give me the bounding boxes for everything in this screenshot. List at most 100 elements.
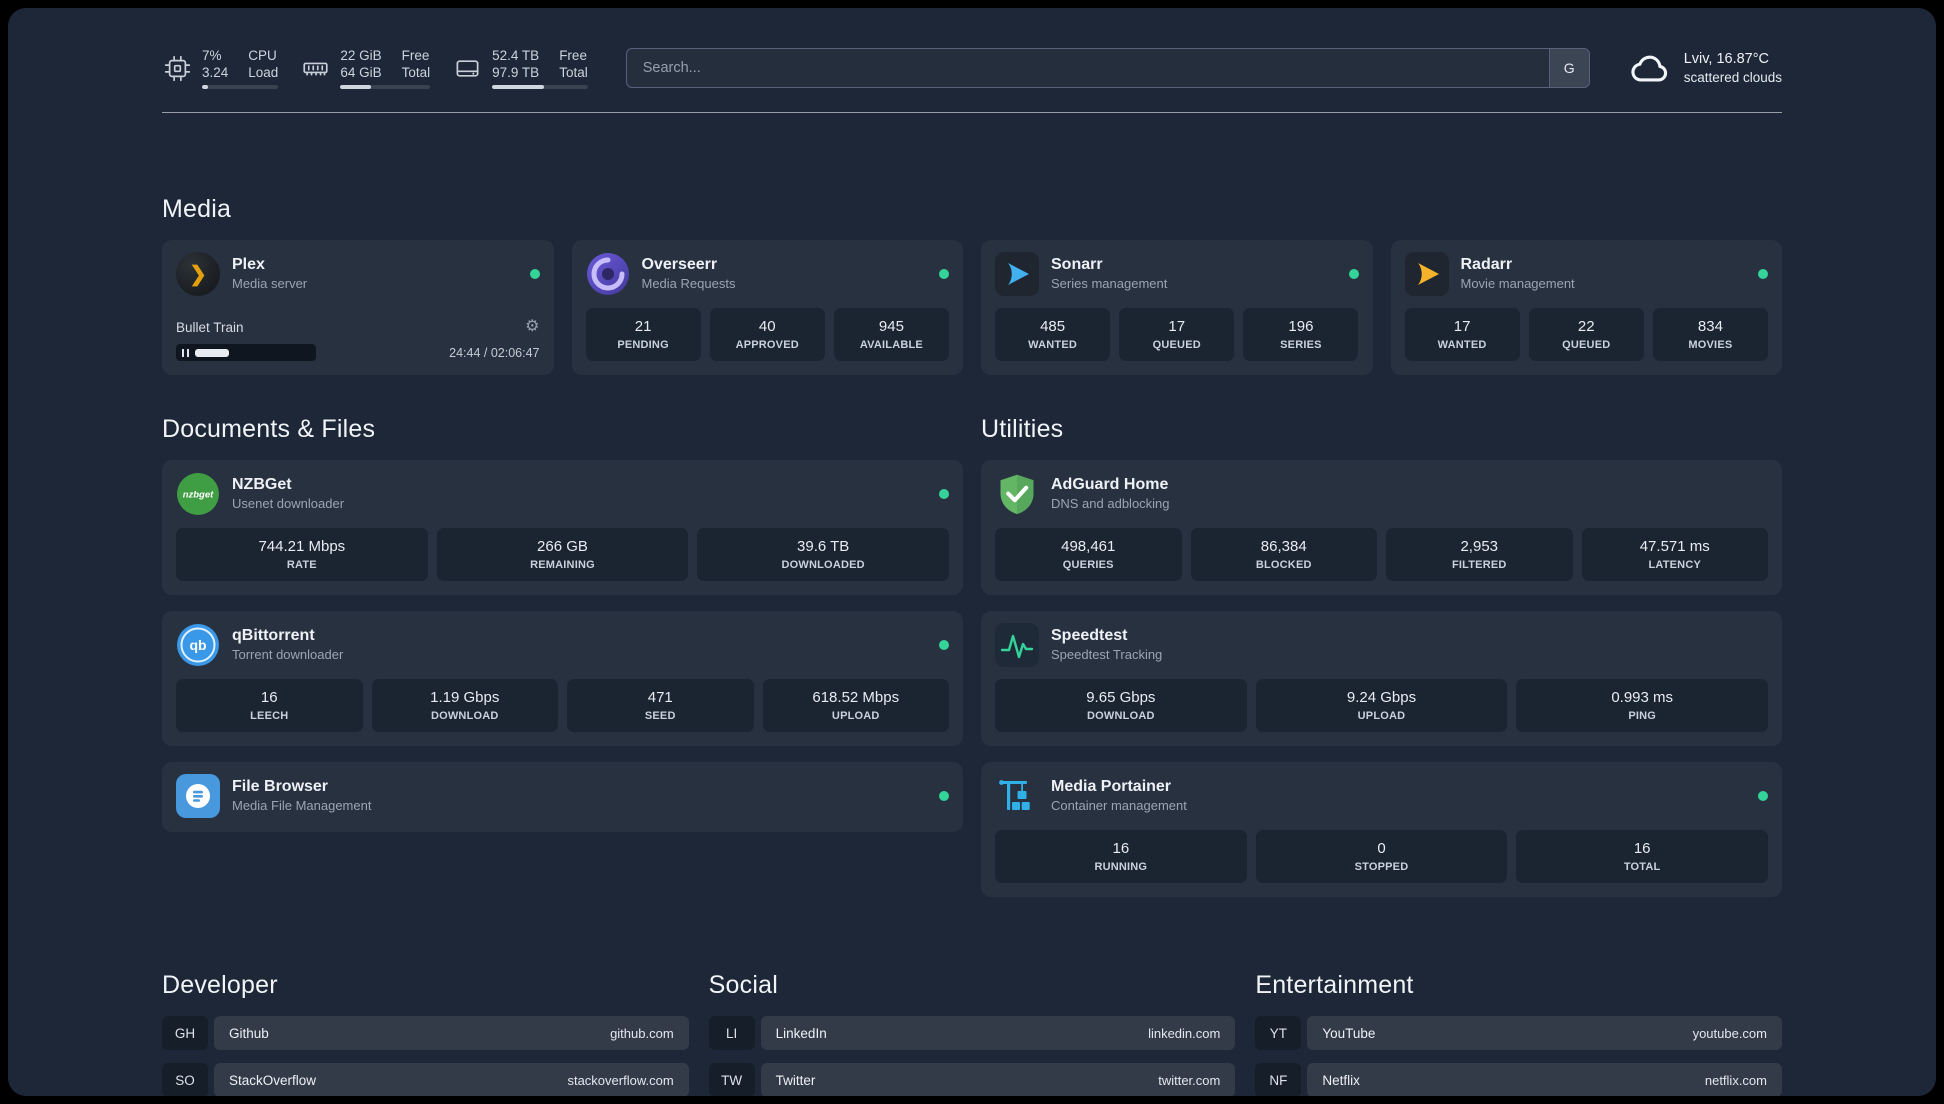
memory-progress-bar bbox=[340, 85, 431, 89]
app-subtitle: Container management bbox=[1051, 798, 1187, 813]
cpu-widget: 7% 3.24 CPU Load bbox=[162, 47, 279, 89]
stat-latency: 47.571 ms LATENCY bbox=[1581, 528, 1768, 581]
player-seek-track[interactable] bbox=[194, 348, 310, 357]
memory-total-value: 64 GiB bbox=[340, 65, 382, 80]
svg-text:nzbget: nzbget bbox=[183, 490, 214, 501]
bookmark-stackoverflow[interactable]: SO StackOverflow stackoverflow.com bbox=[162, 1063, 689, 1096]
bookmark-abbr: LI bbox=[708, 1016, 755, 1050]
disk-progress-bar bbox=[492, 85, 588, 89]
section-title-media: Media bbox=[162, 195, 232, 223]
plex-icon: ❯ bbox=[176, 252, 220, 296]
cpu-label: CPU bbox=[248, 48, 277, 63]
bookmark-url: youtube.com bbox=[1692, 1025, 1767, 1041]
stat-approved: 40 APPROVED bbox=[709, 308, 825, 361]
app-card-portainer[interactable]: Media Portainer Container management 16 … bbox=[981, 762, 1782, 897]
app-name: Media Portainer bbox=[1051, 778, 1172, 795]
app-card-radarr[interactable]: Radarr Movie management 17 WANTED 22 QUE… bbox=[1390, 240, 1782, 375]
weather-condition: scattered clouds bbox=[1683, 69, 1782, 85]
adguard-icon bbox=[995, 472, 1039, 516]
app-name: File Browser bbox=[232, 778, 329, 795]
app-name: Sonarr bbox=[1051, 256, 1103, 273]
stat-filtered: 2,953 FILTERED bbox=[1386, 528, 1573, 581]
section-title-social: Social bbox=[708, 971, 778, 999]
speedtest-icon bbox=[995, 623, 1039, 667]
app-card-overseerr[interactable]: Overseerr Media Requests 21 PENDING 40 A… bbox=[571, 240, 963, 375]
bookmark-group-entertainment: Entertainment YT YouTube youtube.com NF … bbox=[1255, 971, 1782, 1096]
cpu-load-value: 3.24 bbox=[202, 65, 229, 80]
app-name: Overseerr bbox=[641, 256, 718, 273]
memory-free-label: Free bbox=[401, 48, 430, 63]
app-name: NZBGet bbox=[232, 476, 292, 493]
app-card-speedtest[interactable]: Speedtest Speedtest Tracking 9.65 Gbps D… bbox=[981, 611, 1782, 746]
cpu-load-label: Load bbox=[248, 65, 279, 80]
stat-upload: 618.52 Mbps UPLOAD bbox=[762, 679, 949, 732]
stat-stopped: 0 STOPPED bbox=[1255, 830, 1508, 883]
weather-widget: Lviv, 16.87°C scattered clouds bbox=[1628, 46, 1782, 90]
section-title-documents: Documents & Files bbox=[162, 415, 376, 443]
stat-wanted: 485 WANTED bbox=[995, 308, 1111, 361]
search-provider-button[interactable]: G bbox=[1548, 49, 1589, 87]
section-utilities: Utilities AdGuard Home DNS and adblockin… bbox=[981, 415, 1782, 897]
search-input[interactable] bbox=[625, 48, 1590, 88]
app-subtitle: Media Requests bbox=[641, 276, 736, 291]
qbittorrent-icon: qb bbox=[176, 623, 220, 667]
gear-icon[interactable]: ⚙ bbox=[525, 319, 539, 335]
stat-movies: 834 MOVIES bbox=[1652, 308, 1768, 361]
bookmark-url: twitter.com bbox=[1158, 1072, 1221, 1088]
topbar: 7% 3.24 CPU Load 22 GiB 64 GiB Free Tota… bbox=[162, 8, 1782, 90]
bookmark-abbr: NF bbox=[1255, 1063, 1302, 1096]
disk-total-value: 97.9 TB bbox=[492, 65, 540, 80]
bookmark-name: Twitter bbox=[775, 1072, 816, 1088]
bookmark-twitter[interactable]: TW Twitter twitter.com bbox=[708, 1063, 1236, 1096]
status-dot-online bbox=[939, 269, 949, 279]
bookmark-name: StackOverflow bbox=[229, 1072, 317, 1088]
status-dot-online bbox=[939, 640, 949, 650]
memory-total-label: Total bbox=[401, 65, 431, 80]
stat-available: 945 AVAILABLE bbox=[833, 308, 949, 361]
bookmark-name: LinkedIn bbox=[775, 1025, 827, 1041]
bookmark-netflix[interactable]: NF Netflix netflix.com bbox=[1255, 1063, 1782, 1096]
player-time: 24:44 / 02:06:47 bbox=[449, 345, 540, 360]
disk-total-label: Total bbox=[559, 65, 588, 80]
app-card-adguard[interactable]: AdGuard Home DNS and adblocking 498,461 … bbox=[981, 460, 1782, 595]
memory-free-value: 22 GiB bbox=[340, 48, 382, 63]
stat-download: 1.19 Gbps DOWNLOAD bbox=[371, 679, 558, 732]
disk-widget: 52.4 TB 97.9 TB Free Total bbox=[452, 47, 588, 89]
bookmark-linkedin[interactable]: LI LinkedIn linkedin.com bbox=[708, 1016, 1236, 1050]
app-card-filebrowser[interactable]: File Browser Media File Management bbox=[162, 762, 963, 832]
app-subtitle: Series management bbox=[1051, 276, 1168, 291]
stat-remaining: 266 GB REMAINING bbox=[436, 528, 689, 581]
disk-icon bbox=[452, 53, 482, 83]
app-card-nzbget[interactable]: nzbget NZBGet Usenet downloader 744.21 M… bbox=[162, 460, 963, 595]
dashboard-window: 7% 3.24 CPU Load 22 GiB 64 GiB Free Tota… bbox=[8, 8, 1936, 1096]
stat-seed: 471 SEED bbox=[567, 679, 754, 732]
pause-icon[interactable] bbox=[182, 348, 189, 357]
stat-rate: 744.21 Mbps RATE bbox=[176, 528, 428, 581]
bookmark-url: netflix.com bbox=[1704, 1072, 1767, 1088]
stat-downloaded: 39.6 TB DOWNLOADED bbox=[697, 528, 949, 581]
app-card-qbittorrent[interactable]: qb qBittorrent Torrent downloader 16 LEE… bbox=[162, 611, 963, 746]
stat-queued: 22 QUEUED bbox=[1528, 308, 1644, 361]
section-title-developer: Developer bbox=[162, 971, 278, 999]
section-documents: Documents & Files nzbget NZBGet Usenet d… bbox=[162, 415, 963, 832]
topbar-divider bbox=[162, 112, 1782, 113]
app-card-plex[interactable]: ❯ Plex Media server Bullet Train ⚙ 24:44… bbox=[162, 240, 554, 375]
bookmark-github[interactable]: GH Github github.com bbox=[162, 1016, 689, 1050]
bookmark-url: github.com bbox=[610, 1025, 674, 1041]
bookmark-youtube[interactable]: YT YouTube youtube.com bbox=[1255, 1016, 1782, 1050]
radarr-icon bbox=[1404, 252, 1449, 296]
stat-total: 16 TOTAL bbox=[1516, 830, 1768, 883]
app-card-sonarr[interactable]: Sonarr Series management 485 WANTED 17 Q… bbox=[981, 240, 1373, 375]
now-playing-title: Bullet Train bbox=[176, 319, 244, 335]
memory-progress-fill bbox=[340, 85, 371, 89]
stat-download: 9.65 Gbps DOWNLOAD bbox=[995, 679, 1247, 732]
cloud-icon bbox=[1628, 46, 1672, 90]
app-subtitle: Usenet downloader bbox=[232, 496, 345, 511]
overseerr-icon bbox=[586, 252, 630, 296]
bookmark-group-social: Social LI LinkedIn linkedin.com TW Twitt… bbox=[708, 971, 1236, 1096]
bookmark-abbr: YT bbox=[1255, 1016, 1302, 1050]
cpu-usage-value: 7% bbox=[202, 48, 222, 63]
nzbget-icon: nzbget bbox=[176, 472, 220, 516]
bookmark-abbr: GH bbox=[162, 1016, 208, 1050]
stat-queued: 17 QUEUED bbox=[1119, 308, 1235, 361]
